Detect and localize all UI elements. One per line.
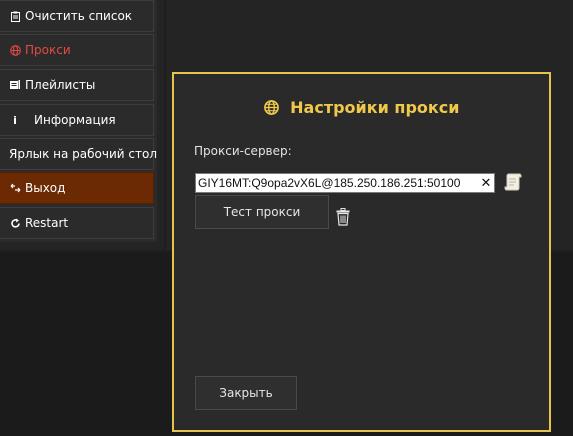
menu-item-label: Выход [25, 181, 66, 195]
menu-item-playlists[interactable]: Плейлисты [0, 69, 154, 101]
menu-item-label: Плейлисты [25, 78, 96, 92]
menu-divider [164, 0, 166, 250]
clipboard-icon [9, 11, 21, 22]
menu-item-desktop-shortcut[interactable]: Ярлык на рабочий стол [0, 138, 157, 170]
test-proxy-button[interactable]: Тест прокси [195, 195, 329, 229]
menu-item-restart[interactable]: Restart [0, 207, 154, 239]
menu-item-proxy[interactable]: Прокси [0, 34, 154, 66]
proxy-server-input[interactable] [196, 174, 478, 192]
proxy-settings-dialog: Настройки прокси Прокси-сервер: ✕ Тест п… [172, 72, 551, 432]
side-menu: Очистить список Прокси Плейлисты i Инфор… [0, 0, 157, 242]
globe-icon [263, 98, 285, 117]
paste-scroll-icon[interactable] [504, 173, 522, 191]
dialog-title-text: Настройки прокси [290, 98, 460, 117]
proxy-server-label: Прокси-сервер: [194, 144, 292, 158]
dialog-title: Настройки прокси [174, 98, 549, 117]
trash-icon[interactable] [336, 208, 350, 226]
globe-icon [9, 44, 21, 56]
close-button[interactable]: Закрыть [195, 376, 297, 410]
clear-icon[interactable]: ✕ [478, 176, 494, 191]
menu-item-info[interactable]: i Информация [0, 104, 154, 136]
menu-item-exit[interactable]: Выход [0, 172, 154, 204]
menu-item-label: Ярлык на рабочий стол [9, 147, 157, 161]
proxy-input-container: ✕ [195, 173, 495, 193]
exit-icon [9, 183, 21, 193]
restart-icon [9, 218, 21, 229]
menu-item-label: Очистить список [25, 9, 133, 23]
menu-item-label: Информация [34, 113, 116, 127]
playlist-icon [9, 80, 21, 90]
menu-item-label: Прокси [25, 43, 71, 57]
menu-item-clear-list[interactable]: Очистить список [0, 0, 154, 32]
info-icon: i [13, 113, 17, 127]
menu-item-label: Restart [25, 216, 69, 230]
